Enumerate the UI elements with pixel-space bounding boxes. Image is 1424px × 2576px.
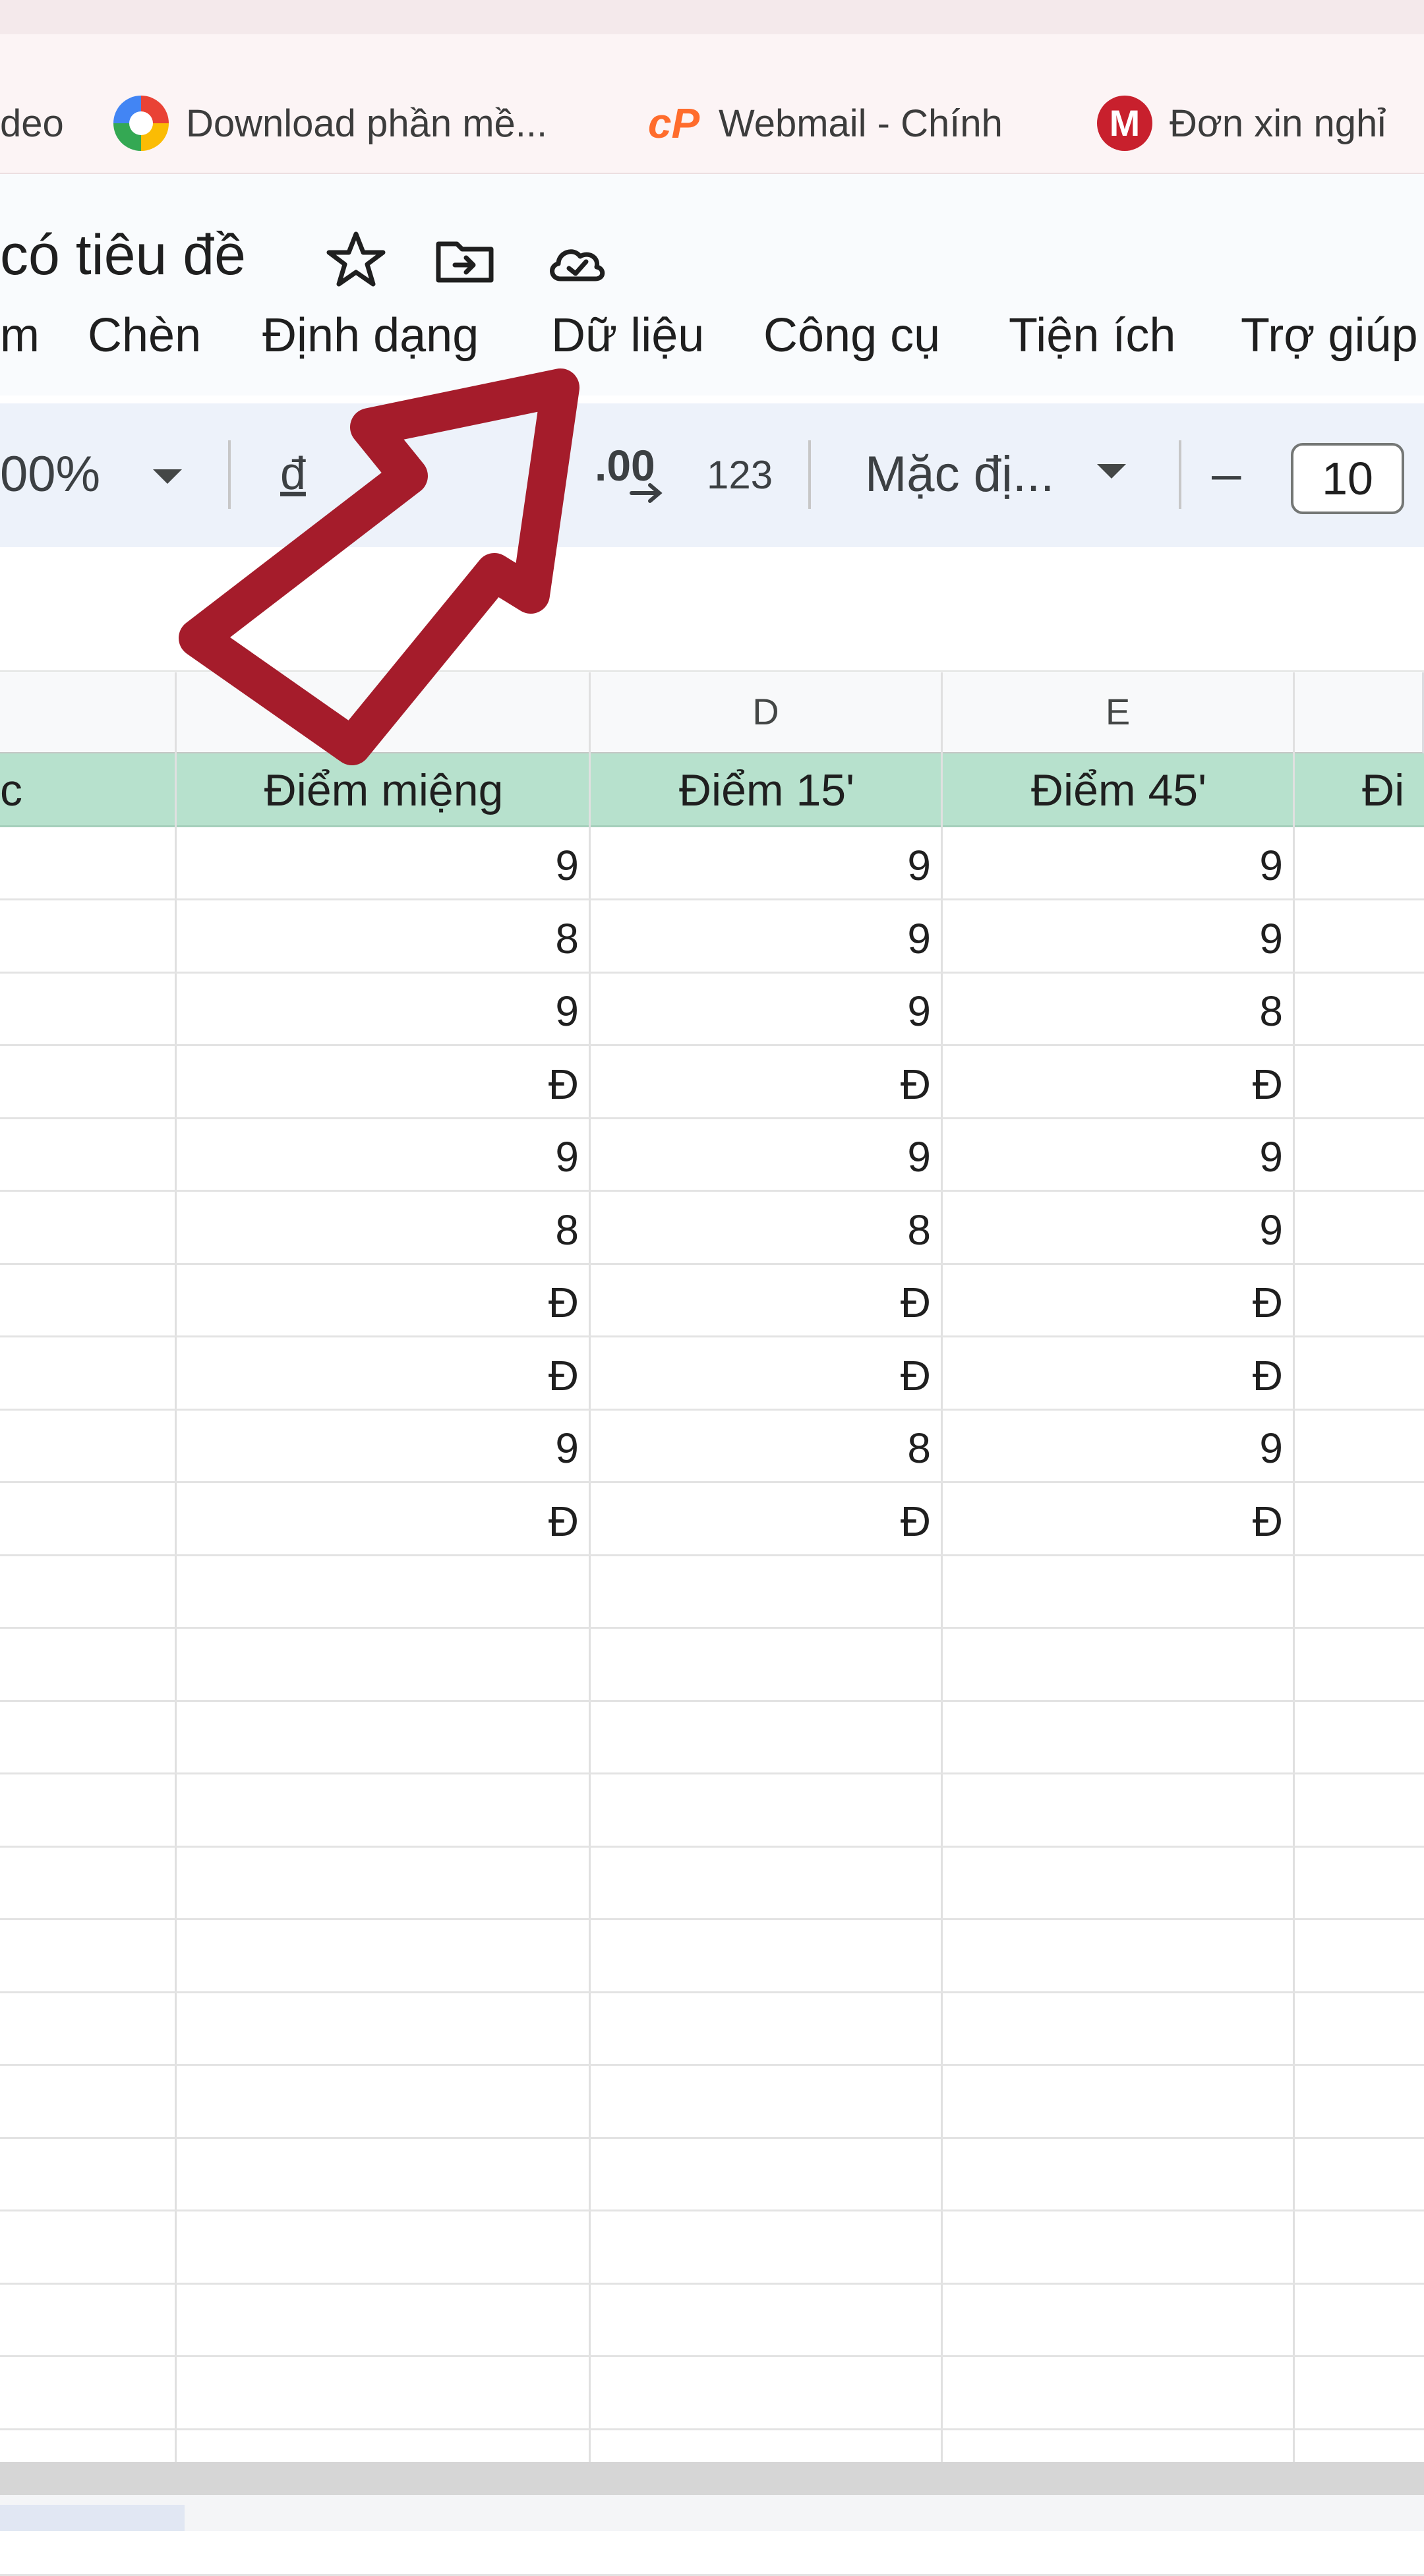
bookmark-video[interactable]: deo <box>0 100 64 146</box>
formula-bar[interactable] <box>0 568 1424 672</box>
bookmark-webmail[interactable]: cP Webmail - Chính <box>646 100 1003 147</box>
table-cell[interactable]: Đ <box>943 1048 1295 1121</box>
table-cell[interactable]: 8 <box>591 1194 943 1266</box>
cpanel-icon: cP <box>647 100 700 147</box>
grid-line <box>0 1772 1424 1774</box>
grid-line <box>0 2282 1424 2285</box>
table-cell[interactable]: 9 <box>177 1121 591 1193</box>
column-header-e[interactable]: E <box>943 672 1295 754</box>
table-cell[interactable]: 8 <box>591 1412 943 1484</box>
table-cell[interactable]: Đ <box>177 1048 591 1121</box>
menu-view[interactable]: m <box>0 308 40 363</box>
table-cell[interactable]: 9 <box>591 975 943 1047</box>
bookmarks-bar: deo Download phần mề... cP Webmail - Chí… <box>0 34 1424 174</box>
pinwheel-icon <box>113 96 169 151</box>
bookmark-label: Download phần mề... <box>186 102 548 145</box>
m-icon: M <box>1097 96 1152 151</box>
bookmark-download[interactable]: Download phần mề... <box>113 96 548 151</box>
grid-line <box>0 2573 1424 2576</box>
table-cell[interactable]: Đ <box>591 1048 943 1121</box>
number-format-button[interactable]: 123 <box>707 452 773 498</box>
grid-line <box>0 1845 1424 1848</box>
decrease-font-size-button[interactable]: – <box>1212 443 1241 504</box>
grid-line <box>0 2064 1424 2066</box>
star-icon[interactable] <box>323 227 389 293</box>
cloud-saved-icon[interactable] <box>544 227 610 293</box>
menu-extensions[interactable]: Tiện ích <box>1009 308 1175 363</box>
table-cell[interactable]: 9 <box>177 1412 591 1484</box>
toolbar-separator <box>1179 440 1181 509</box>
browser-tab-strip <box>0 0 1424 34</box>
column-header-b[interactable] <box>0 672 177 754</box>
document-title[interactable]: có tiêu đề <box>0 223 246 288</box>
menu-format[interactable]: Định dạng <box>262 308 479 363</box>
grid-line <box>0 1699 1424 1702</box>
menu-insert[interactable]: Chèn <box>88 308 201 363</box>
header-cell-oral[interactable]: Điểm miệng <box>177 753 591 827</box>
grid-line <box>0 2210 1424 2211</box>
table-cell[interactable]: 8 <box>177 902 591 975</box>
table-cell[interactable]: Đ <box>591 1266 943 1339</box>
table-cell[interactable]: Đ <box>177 1485 591 1558</box>
bookmark-label: Đơn xin nghỉ <box>1170 102 1386 145</box>
table-cell[interactable]: Đ <box>177 1339 591 1412</box>
toolbar-separator <box>808 440 811 509</box>
zoom-dropdown-icon[interactable] <box>153 469 182 484</box>
table-cell[interactable]: Đ <box>591 1339 943 1412</box>
header-cell-45min[interactable]: Điểm 45' <box>943 753 1295 827</box>
bookmark-label: deo <box>0 102 64 145</box>
grid-line <box>0 1918 1424 1920</box>
table-cell[interactable]: 9 <box>943 1121 1295 1193</box>
font-size-input[interactable]: 10 <box>1291 443 1404 514</box>
menu-tools[interactable]: Công cụ <box>763 308 940 363</box>
table-cell[interactable]: 9 <box>591 1121 943 1193</box>
font-dropdown-icon[interactable] <box>1097 464 1126 479</box>
table-cell[interactable]: 9 <box>943 1412 1295 1484</box>
column-header-f[interactable] <box>1295 672 1424 754</box>
table-cell[interactable]: 9 <box>177 975 591 1047</box>
sheet-tab[interactable] <box>0 2505 185 2531</box>
table-cell[interactable]: Đ <box>591 1485 943 1558</box>
menu-data[interactable]: Dữ liệu <box>551 308 704 363</box>
grid-line <box>0 2355 1424 2357</box>
grid-line <box>0 2136 1424 2139</box>
grid-line <box>0 1991 1424 1993</box>
table-cell[interactable]: 9 <box>177 829 591 902</box>
arrow-right-icon <box>630 483 663 503</box>
column-header-d[interactable]: D <box>591 672 943 754</box>
header-cell-subject[interactable]: c <box>0 753 26 827</box>
font-family-select[interactable]: Mặc đị... <box>865 446 1054 503</box>
horizontal-scrollbar[interactable] <box>0 2462 1424 2495</box>
grid-line <box>0 1627 1424 1629</box>
table-cell[interactable]: 9 <box>943 902 1295 975</box>
table-cell[interactable]: 9 <box>943 1194 1295 1266</box>
grid-line <box>0 2428 1424 2430</box>
header-cell-next[interactable]: Đi <box>1362 753 1424 827</box>
move-to-folder-icon[interactable] <box>432 227 498 293</box>
bookmark-leave-form[interactable]: M Đơn xin nghỉ <box>1097 96 1386 151</box>
table-cell[interactable]: 9 <box>591 902 943 975</box>
table-cell[interactable]: 9 <box>591 829 943 902</box>
table-cell[interactable]: 8 <box>943 975 1295 1047</box>
table-cell[interactable]: Đ <box>943 1339 1295 1412</box>
table-cell[interactable]: 9 <box>943 829 1295 902</box>
currency-format-button[interactable]: đ <box>280 447 306 500</box>
table-cell[interactable]: Đ <box>943 1266 1295 1339</box>
table-cell[interactable]: Đ <box>943 1485 1295 1558</box>
column-header-c[interactable] <box>177 672 591 754</box>
menu-help[interactable]: Trợ giúp <box>1241 308 1418 363</box>
sheet-tab-bar <box>0 2495 1424 2531</box>
table-cell[interactable]: 8 <box>177 1194 591 1266</box>
table-cell[interactable]: Đ <box>177 1266 591 1339</box>
bookmark-label: Webmail - Chính <box>719 102 1003 145</box>
toolbar-separator <box>228 440 231 509</box>
zoom-select[interactable]: 00% <box>0 446 100 503</box>
header-cell-15min[interactable]: Điểm 15' <box>591 753 943 827</box>
